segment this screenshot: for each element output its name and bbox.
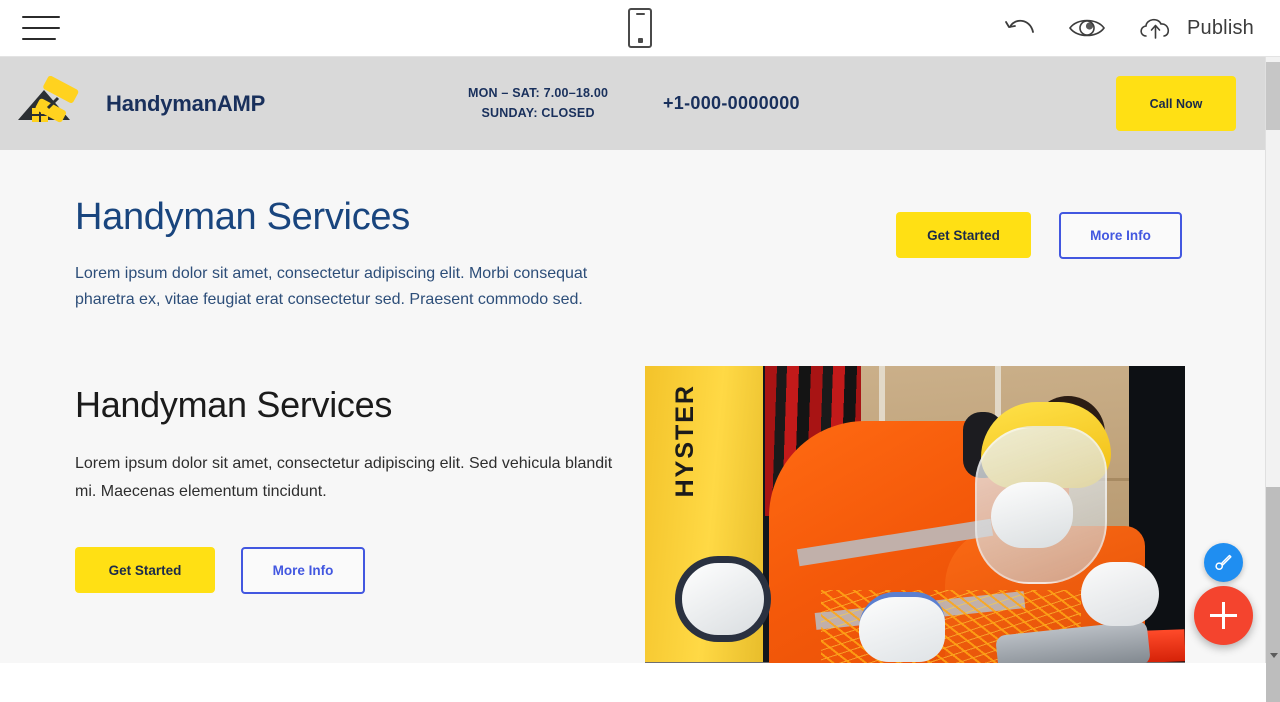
add-block-button[interactable] (1194, 586, 1253, 645)
services-title: Handyman Services (75, 384, 393, 426)
mobile-device-icon[interactable] (628, 8, 652, 48)
plus-icon (1222, 602, 1225, 629)
hero-actions: Get Started More Info (896, 212, 1182, 259)
photo-knee-pad (675, 556, 771, 643)
photo-dust-mask (991, 482, 1073, 549)
hero-get-started-button[interactable]: Get Started (896, 212, 1031, 258)
house-roller-logo-icon (14, 75, 96, 132)
scrollbar-track-segment[interactable] (1266, 487, 1280, 702)
site-preview-canvas: HandymanAMP MON – SAT: 7.00–18.00 SUNDAY… (0, 57, 1265, 663)
photo-forklift-text: HYSTER (671, 384, 699, 498)
hours-weekday: MON – SAT: 7.00–18.00 (468, 86, 609, 101)
device-preview-switcher (0, 8, 1280, 48)
paintbrush-icon (1215, 554, 1232, 571)
services-get-started-button[interactable]: Get Started (75, 547, 215, 594)
services-actions: Get Started More Info (75, 547, 645, 595)
hero-section: Handyman Services Lorem ipsum dolor sit … (0, 150, 1265, 312)
scrollbar-thumb[interactable] (1266, 62, 1280, 130)
phone-number[interactable]: +1-000-0000000 (663, 93, 800, 114)
photo-work-glove (1081, 562, 1159, 627)
services-photo: HYSTER (645, 366, 1185, 663)
photo-work-glove (859, 592, 945, 663)
style-brush-button[interactable] (1204, 543, 1243, 582)
hours-sunday: SUNDAY: CLOSED (481, 105, 595, 120)
device-home-button (637, 38, 643, 43)
business-hours: MON – SAT: 7.00–18.00 SUNDAY: CLOSED (468, 84, 608, 123)
scroll-down-arrow-icon[interactable] (1266, 647, 1280, 663)
brand-name: HandymanAMP (106, 90, 266, 116)
site-header: HandymanAMP MON – SAT: 7.00–18.00 SUNDAY… (0, 57, 1265, 150)
vertical-scrollbar[interactable] (1265, 57, 1280, 702)
editor-toolbar: Publish (0, 0, 1280, 57)
hero-more-info-button[interactable]: More Info (1059, 212, 1182, 259)
services-more-info-button[interactable]: More Info (241, 547, 365, 595)
services-paragraph: Lorem ipsum dolor sit amet, consectetur … (75, 455, 613, 500)
hero-paragraph: Lorem ipsum dolor sit amet, consectetur … (75, 265, 588, 308)
call-now-button[interactable]: Call Now (1116, 76, 1236, 131)
device-speaker (635, 13, 645, 15)
services-section: Handyman Services Lorem ipsum dolor sit … (0, 366, 1265, 663)
brand-block[interactable]: HandymanAMP (14, 75, 266, 132)
services-text-column: Handyman Services Lorem ipsum dolor sit … (0, 366, 645, 663)
